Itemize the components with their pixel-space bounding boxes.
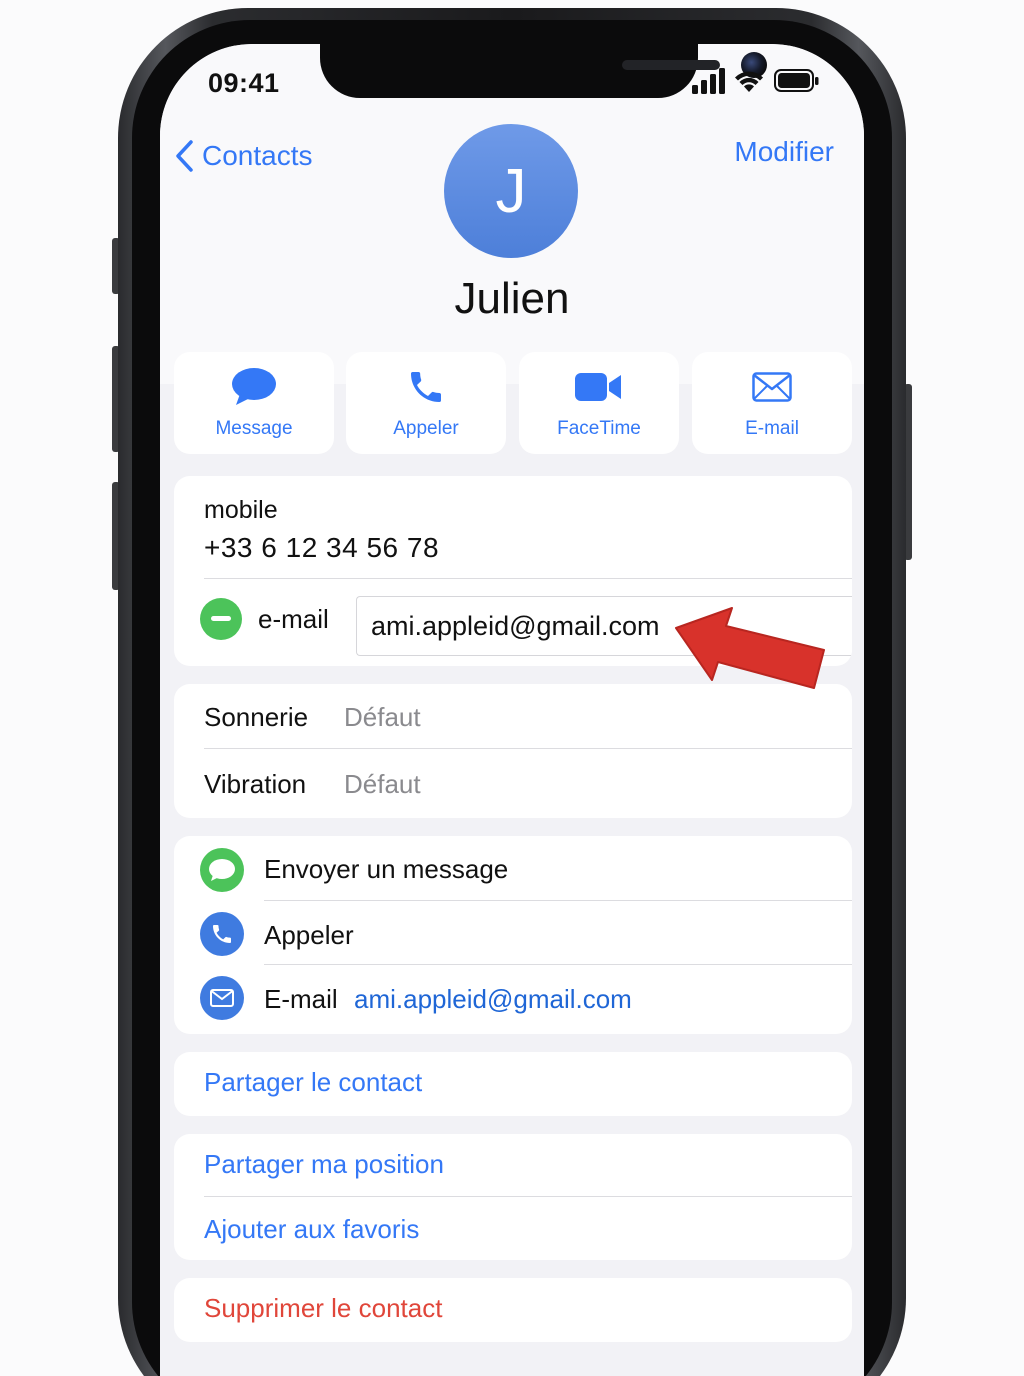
notch [320, 44, 767, 98]
divider [264, 900, 852, 901]
cellular-signal-icon [692, 68, 725, 94]
back-button[interactable]: Contacts [174, 136, 313, 176]
phone-screen: 09:41 Contacts Modifier J Julien Message… [160, 44, 864, 1376]
ringtone-label: Sonnerie [204, 702, 309, 732]
email-action-label: E-mail [745, 418, 799, 439]
edit-button[interactable]: Modifier [734, 136, 834, 168]
email-row-label: E-mail [264, 984, 338, 1014]
phone-label: mobile [204, 496, 278, 524]
call-icon [200, 912, 244, 956]
email-field-label: e-mail [258, 604, 329, 634]
wifi-icon [735, 71, 763, 92]
call-action-label: Appeler [393, 418, 459, 439]
misc-card: Partager ma position Ajouter aux favoris [174, 1134, 852, 1260]
arrow-annotation-icon [675, 607, 825, 689]
share-card: Partager le contact [174, 1052, 852, 1116]
call-action-button[interactable]: Appeler [346, 352, 506, 454]
status-icons [692, 68, 822, 98]
delete-contact-button[interactable]: Supprimer le contact [204, 1293, 442, 1324]
ringtone-value[interactable]: Défaut [344, 702, 421, 733]
battery-icon [774, 69, 819, 92]
communication-card: Envoyer un message Appeler E-mail ami.ap… [174, 836, 852, 1034]
vibration-label: Vibration [204, 769, 307, 799]
video-camera-icon [575, 373, 621, 401]
phone-number[interactable]: +33 6 12 34 56 78 [204, 532, 439, 564]
message-action-label: Message [215, 418, 293, 439]
facetime-action-button[interactable]: FaceTime [519, 352, 679, 454]
delete-card: Supprimer le contact [174, 1278, 852, 1342]
status-time: 09:41 [208, 68, 280, 98]
email-icon [200, 976, 244, 1020]
share-contact-button[interactable]: Partager le contact [204, 1067, 422, 1098]
divider [264, 964, 852, 965]
page: 09:41 Contacts Modifier J Julien Message… [0, 0, 1024, 1376]
phone-icon [411, 372, 441, 402]
avatar: J [444, 124, 578, 258]
message-action-button[interactable]: Message [174, 352, 334, 454]
send-message-button[interactable]: Envoyer un message [264, 854, 508, 885]
back-button-label: Contacts [202, 140, 313, 171]
vibration-value[interactable]: Défaut [344, 769, 421, 800]
phone-icon [213, 925, 231, 943]
email-action-button[interactable]: E-mail [692, 352, 852, 454]
envelope-icon [752, 372, 792, 402]
message-bubble-icon [232, 368, 276, 405]
envelope-icon [210, 989, 234, 1007]
divider [204, 1196, 852, 1197]
call-button[interactable]: Appeler [264, 920, 354, 951]
facetime-action-label: FaceTime [557, 418, 641, 439]
divider [204, 748, 852, 749]
email-link[interactable]: ami.appleid@gmail.com [354, 984, 632, 1015]
chevron-left-icon [176, 140, 193, 172]
divider [204, 578, 852, 579]
quick-actions: Message Appeler FaceTime E-mail [174, 352, 852, 454]
ringtone-card: Sonnerie Défaut Vibration Défaut [174, 684, 852, 818]
contact-name: Julien [454, 274, 570, 323]
share-location-button[interactable]: Partager ma position [204, 1149, 444, 1180]
add-favorites-button[interactable]: Ajouter aux favoris [204, 1214, 419, 1245]
remove-email-button[interactable] [200, 598, 242, 640]
message-bubble-icon [209, 859, 235, 881]
message-icon [200, 848, 244, 892]
